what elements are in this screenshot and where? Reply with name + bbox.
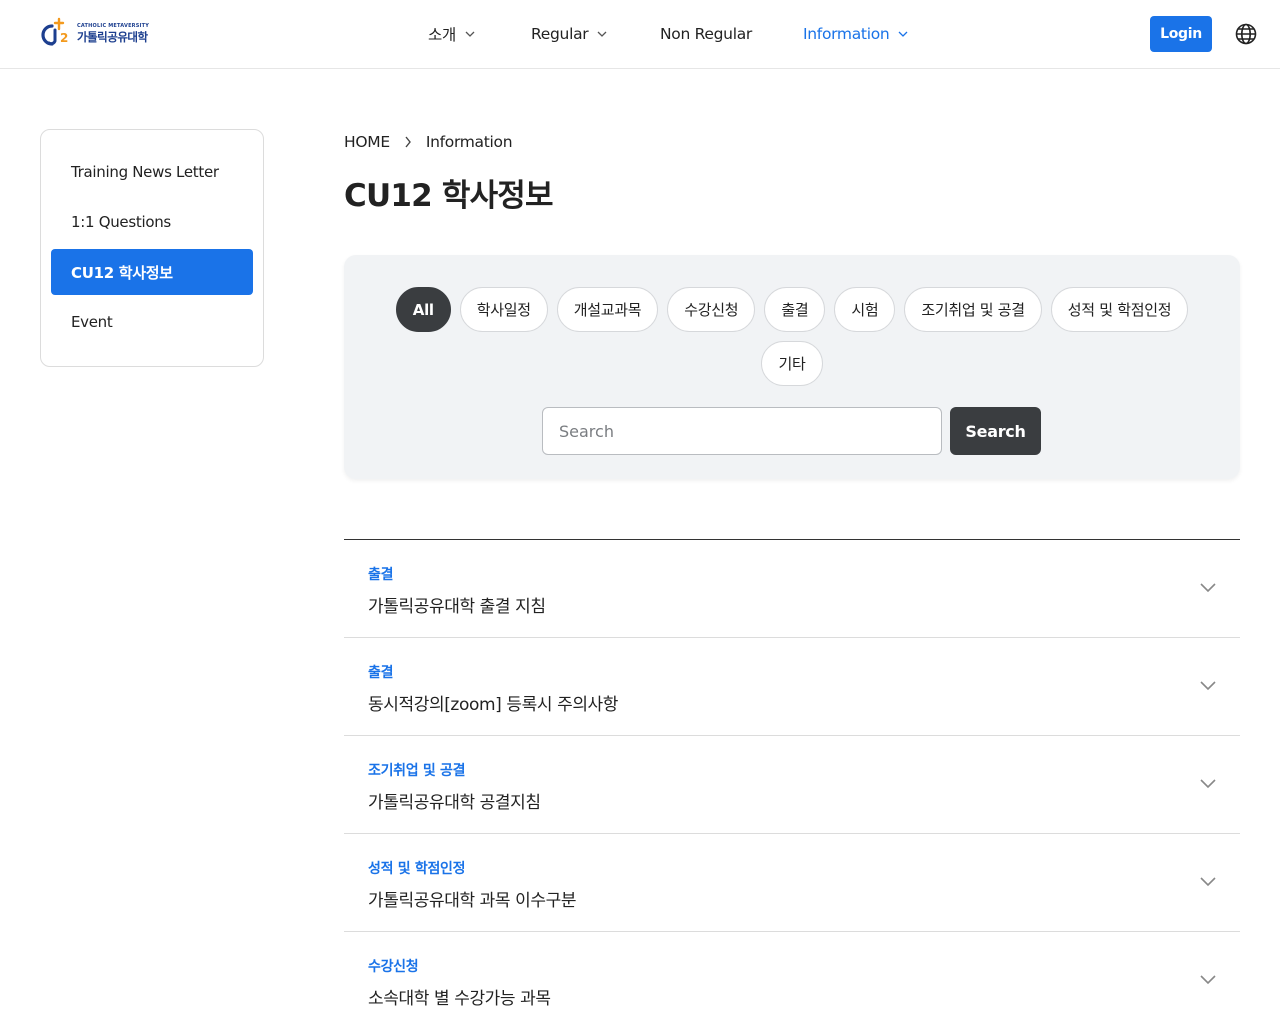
logo-mark-icon: 2 xyxy=(41,17,68,46)
sidebar-item-academic-info[interactable]: CU12 학사정보 xyxy=(51,249,253,295)
chip-registration[interactable]: 수강신청 xyxy=(667,287,756,332)
search-input[interactable] xyxy=(542,407,942,455)
list-item-title: 동시적강의[zoom] 등록시 주의사항 xyxy=(368,695,619,715)
sidebar-item-questions[interactable]: 1:1 Questions xyxy=(51,199,253,245)
nav-item-information[interactable]: Information xyxy=(803,23,908,45)
nav-item-regular[interactable]: Regular xyxy=(531,23,607,45)
list-item-title: 소속대학 별 수강가능 과목 xyxy=(368,989,551,1009)
list-item[interactable]: 출결 가톨릭공유대학 출결 지침 xyxy=(344,540,1240,638)
sidebar-item-training-news-letter[interactable]: Training News Letter xyxy=(51,149,253,195)
svg-text:2: 2 xyxy=(60,31,68,45)
nav-item-non-regular[interactable]: Non Regular xyxy=(660,23,752,45)
list-item[interactable]: 성적 및 학점인정 가톨릭공유대학 과목 이수구분 xyxy=(344,834,1240,932)
logo-text: CATHOLIC METAVERSITY 가톨릭공유대학 xyxy=(77,24,149,44)
nav-label: Information xyxy=(803,25,890,43)
list-item-category: 성적 및 학점인정 xyxy=(368,861,466,877)
chip-exam[interactable]: 시험 xyxy=(834,287,896,332)
nav-label: 소개 xyxy=(428,26,456,44)
breadcrumb-current[interactable]: Information xyxy=(426,133,513,151)
search-button[interactable]: Search xyxy=(950,407,1041,455)
breadcrumb: HOME Information xyxy=(344,132,513,152)
chevron-down-icon[interactable] xyxy=(1200,583,1216,593)
chip-all[interactable]: All xyxy=(395,287,451,332)
chevron-down-icon[interactable] xyxy=(1200,975,1216,985)
info-list: 출결 가톨릭공유대학 출결 지침 출결 동시적강의[zoom] 등록시 주의사항… xyxy=(344,539,1240,1024)
filter-panel: All 학사일정 개설교과목 수강신청 출결 시험 조기취업 및 공결 성적 및… xyxy=(344,255,1240,479)
list-item[interactable]: 출결 동시적강의[zoom] 등록시 주의사항 xyxy=(344,638,1240,736)
chevron-right-icon xyxy=(405,136,411,148)
chip-courses[interactable]: 개설교과목 xyxy=(556,287,659,332)
sidebar-item-label: 1:1 Questions xyxy=(71,213,171,231)
logo-title: 가톨릭공유대학 xyxy=(77,30,148,45)
site-header: 2 CATHOLIC METAVERSITY 가톨릭공유대학 소개 Regula… xyxy=(0,0,1280,69)
globe-icon[interactable] xyxy=(1234,22,1258,46)
chevron-down-icon[interactable] xyxy=(1200,877,1216,887)
nav-label: Non Regular xyxy=(660,25,752,43)
sidebar-item-event[interactable]: Event xyxy=(51,299,253,345)
nav-label: Regular xyxy=(531,25,589,43)
logo-subtitle: CATHOLIC METAVERSITY xyxy=(77,23,150,30)
chevron-down-icon[interactable] xyxy=(1200,681,1216,691)
list-item[interactable]: 수강신청 소속대학 별 수강가능 과목 xyxy=(344,932,1240,1024)
category-chips: All 학사일정 개설교과목 수강신청 출결 시험 조기취업 및 공결 성적 및… xyxy=(344,287,1240,386)
chip-academic-calendar[interactable]: 학사일정 xyxy=(459,287,548,332)
list-item-category: 수강신청 xyxy=(368,959,419,975)
list-item-title: 가톨릭공유대학 공결지침 xyxy=(368,793,541,813)
list-item-title: 가톨릭공유대학 과목 이수구분 xyxy=(368,891,577,911)
sidebar: Training News Letter 1:1 Questions CU12 … xyxy=(40,129,264,367)
logo[interactable]: 2 CATHOLIC METAVERSITY 가톨릭공유대학 xyxy=(39,17,159,51)
breadcrumb-home[interactable]: HOME xyxy=(344,133,390,151)
list-item-title: 가톨릭공유대학 출결 지침 xyxy=(368,597,546,617)
chip-grades-credits[interactable]: 성적 및 학점인정 xyxy=(1050,287,1189,332)
login-button[interactable]: Login xyxy=(1150,16,1212,52)
page-title: CU12 학사정보 xyxy=(344,178,554,214)
chevron-down-icon xyxy=(898,31,908,37)
list-item[interactable]: 조기취업 및 공결 가톨릭공유대학 공결지침 xyxy=(344,736,1240,834)
chip-etc[interactable]: 기타 xyxy=(761,341,823,386)
list-item-category: 출결 xyxy=(368,567,394,583)
sidebar-item-label: CU12 학사정보 xyxy=(71,263,173,282)
chevron-down-icon xyxy=(465,31,475,37)
sidebar-item-label: Event xyxy=(71,313,113,331)
chevron-down-icon xyxy=(597,31,607,37)
chip-attendance[interactable]: 출결 xyxy=(764,287,826,332)
nav-item-intro[interactable]: 소개 xyxy=(428,23,475,45)
list-item-category: 조기취업 및 공결 xyxy=(368,763,466,779)
chevron-down-icon[interactable] xyxy=(1200,779,1216,789)
chip-early-employment[interactable]: 조기취업 및 공결 xyxy=(904,287,1042,332)
sidebar-item-label: Training News Letter xyxy=(71,163,219,181)
list-item-category: 출결 xyxy=(368,665,394,681)
